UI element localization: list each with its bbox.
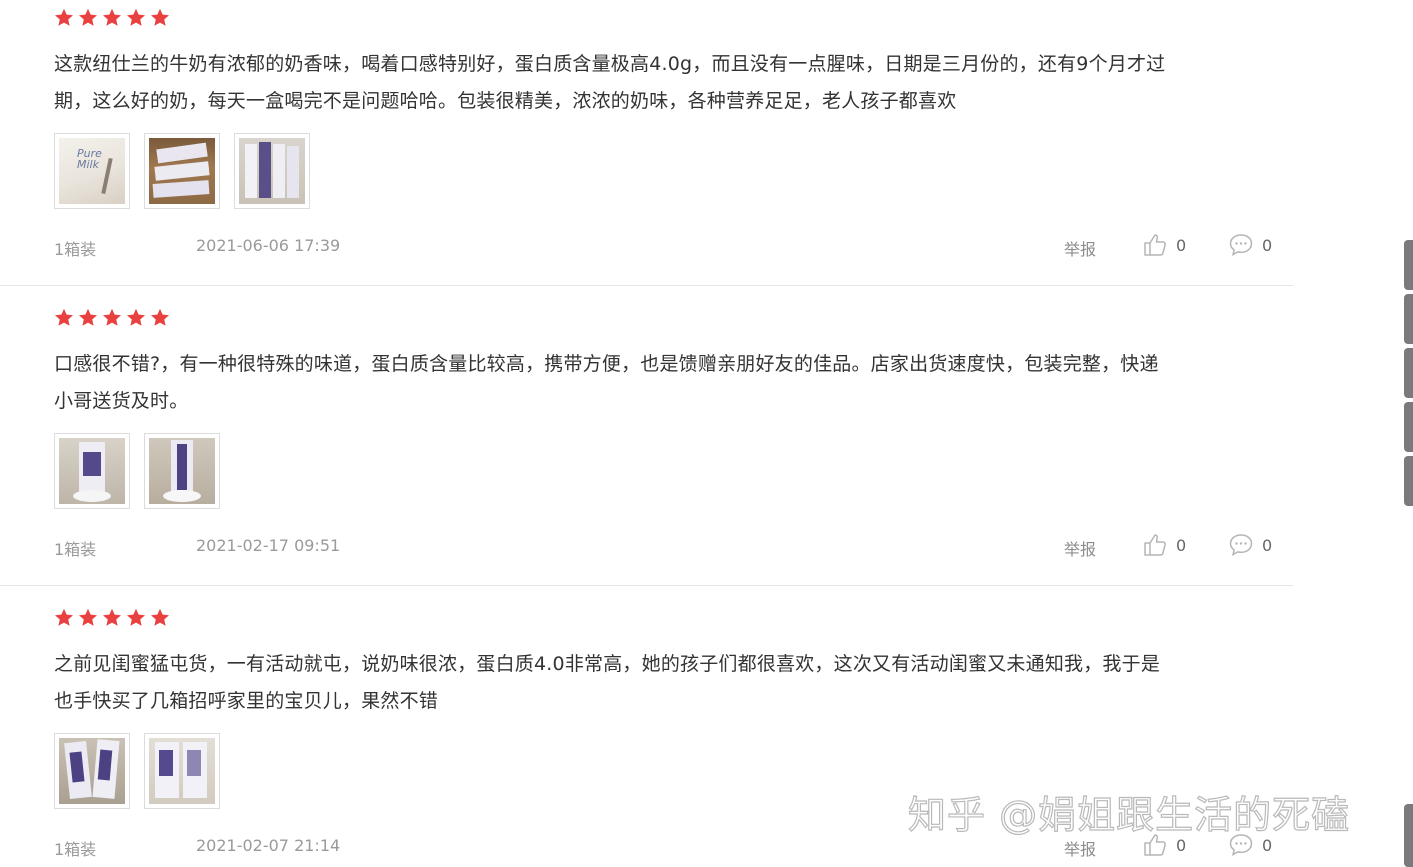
star-icon: [77, 307, 99, 329]
star-icon: [149, 7, 171, 29]
thumbs-up-icon: [1142, 232, 1168, 258]
review-text-line: 也手快买了几箱招呼家里的宝贝儿，果然不错: [54, 690, 439, 712]
star-rating: [53, 607, 171, 631]
star-icon: [77, 7, 99, 29]
star-icon: [101, 607, 123, 629]
review-item: 口感很不错?，有一种很特殊的味道，蛋白质含量比较高，携带方便，也是馈赠亲朋好友的…: [0, 300, 1293, 586]
review-text: 这款纽仕兰的牛奶有浓郁的奶香味，喝着口感特别好，蛋白质含量极高4.0g，而且没有…: [54, 46, 1269, 120]
product-spec: 1箱装: [54, 840, 97, 859]
review-meta: 1箱装 2021-06-06 17:39 举报 0 0: [0, 234, 1293, 260]
product-spec: 1箱装: [54, 540, 97, 559]
review-photos: [54, 733, 220, 809]
review-date: 2021-02-17 09:51: [196, 536, 341, 555]
report-link[interactable]: 举报: [1064, 836, 1096, 860]
like-button[interactable]: 0: [1142, 232, 1186, 258]
star-icon: [125, 307, 147, 329]
star-icon: [77, 607, 99, 629]
report-link[interactable]: 举报: [1064, 236, 1096, 260]
star-rating: [53, 307, 171, 331]
review-photo-thumbnail[interactable]: [144, 133, 220, 209]
star-icon: [101, 7, 123, 29]
star-icon: [101, 307, 123, 329]
side-tab[interactable]: [1404, 348, 1413, 398]
star-icon: [53, 7, 75, 29]
review-photo-thumbnail[interactable]: [144, 733, 220, 809]
review-photo-thumbnail[interactable]: [54, 733, 130, 809]
star-icon: [125, 7, 147, 29]
comment-button[interactable]: 0: [1228, 232, 1272, 258]
star-icon: [149, 307, 171, 329]
review-text-line: 小哥送货及时。: [54, 390, 189, 412]
comment-bubble-icon: [1228, 232, 1254, 258]
comment-count: 0: [1262, 535, 1273, 555]
side-tab[interactable]: [1404, 456, 1413, 506]
like-count: 0: [1176, 235, 1187, 255]
star-icon: [53, 607, 75, 629]
like-count: 0: [1176, 535, 1187, 555]
review-item: 这款纽仕兰的牛奶有浓郁的奶香味，喝着口感特别好，蛋白质含量极高4.0g，而且没有…: [0, 0, 1293, 286]
review-photo-thumbnail[interactable]: [54, 433, 130, 509]
review-text-line: 之前见闺蜜猛屯货，一有活动就屯，说奶味很浓，蛋白质4.0非常高，她的孩子们都很喜…: [54, 653, 1161, 675]
star-icon: [125, 607, 147, 629]
comment-button[interactable]: 0: [1228, 532, 1272, 558]
review-meta: 1箱装 2021-02-17 09:51 举报 0 0: [0, 534, 1293, 560]
review-photos: [54, 433, 220, 509]
review-date: 2021-02-07 21:14: [196, 836, 341, 855]
review-photo-thumbnail[interactable]: Pure Milk: [54, 133, 130, 209]
review-text: 之前见闺蜜猛屯货，一有活动就屯，说奶味很浓，蛋白质4.0非常高，她的孩子们都很喜…: [54, 646, 1269, 720]
side-tab[interactable]: [1404, 240, 1413, 290]
review-text: 口感很不错?，有一种很特殊的味道，蛋白质含量比较高，携带方便，也是馈赠亲朋好友的…: [54, 346, 1269, 420]
watermark: 知乎 @娟姐跟生活的死磕: [907, 792, 1351, 837]
report-link[interactable]: 举报: [1064, 536, 1096, 560]
side-scroll-tabs: [1404, 240, 1413, 510]
reviews-page: 这款纽仕兰的牛奶有浓郁的奶香味，喝着口感特别好，蛋白质含量极高4.0g，而且没有…: [0, 0, 1413, 867]
review-photo-thumbnail[interactable]: [144, 433, 220, 509]
comment-bubble-icon: [1228, 532, 1254, 558]
product-spec: 1箱装: [54, 240, 97, 259]
star-icon: [53, 307, 75, 329]
thumbs-up-icon: [1142, 532, 1168, 558]
review-text-line: 这款纽仕兰的牛奶有浓郁的奶香味，喝着口感特别好，蛋白质含量极高4.0g，而且没有…: [54, 53, 1166, 75]
star-icon: [149, 607, 171, 629]
side-tab[interactable]: [1404, 804, 1413, 867]
side-tab[interactable]: [1404, 402, 1413, 452]
review-date: 2021-06-06 17:39: [196, 236, 341, 255]
like-button[interactable]: 0: [1142, 532, 1186, 558]
star-rating: [53, 7, 171, 31]
review-meta: 1箱装 2021-02-07 21:14 举报 0 0: [0, 834, 1293, 860]
review-photos: Pure Milk: [54, 133, 310, 209]
review-photo-thumbnail[interactable]: [234, 133, 310, 209]
side-tab[interactable]: [1404, 294, 1413, 344]
review-text-line: 口感很不错?，有一种很特殊的味道，蛋白质含量比较高，携带方便，也是馈赠亲朋好友的…: [54, 353, 1159, 375]
review-text-line: 期，这么好的奶，每天一盒喝完不是问题哈哈。包装很精美，浓浓的奶味，各种营养足足，…: [54, 90, 957, 112]
comment-count: 0: [1262, 235, 1273, 255]
